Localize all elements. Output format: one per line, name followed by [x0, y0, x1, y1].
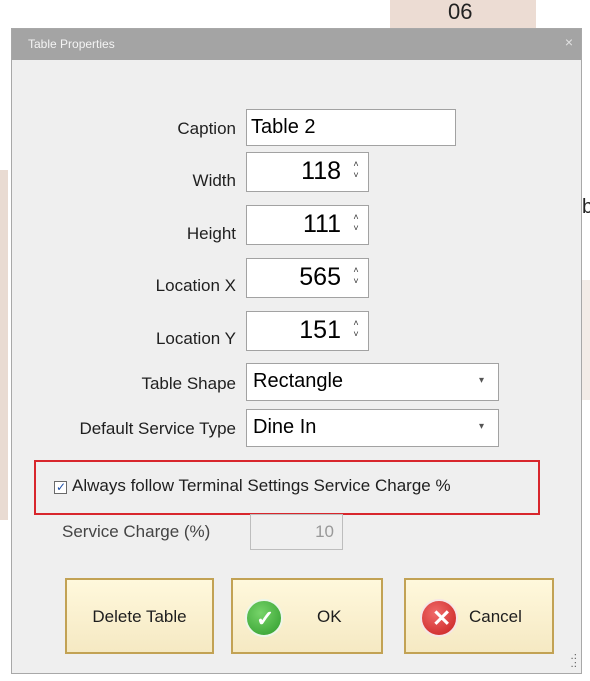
- location-y-stepper[interactable]: 151 ˄ ˅: [246, 311, 369, 351]
- height-value: 111: [302, 210, 341, 238]
- width-label: Width: [192, 171, 236, 190]
- always-follow-checkbox-label[interactable]: Always follow Terminal Settings Service …: [72, 476, 451, 496]
- background-shade: [582, 280, 590, 400]
- ok-button[interactable]: ✓ OK: [231, 578, 383, 654]
- always-follow-checkbox[interactable]: ✓: [54, 480, 67, 494]
- cancel-label: Cancel: [469, 607, 522, 626]
- spin-up-down-icon[interactable]: ˄ ˅: [351, 159, 361, 183]
- spin-up-down-icon[interactable]: ˄ ˅: [351, 212, 361, 236]
- resize-grip-icon[interactable]: .:.:: [570, 652, 577, 670]
- service-charge-input: 10: [250, 514, 343, 550]
- background-table-number: 06: [448, 0, 473, 24]
- background-text-fragment: b: [582, 196, 590, 218]
- dialog-title: Table Properties: [28, 37, 115, 51]
- cancel-button[interactable]: ✕ Cancel: [404, 578, 554, 654]
- chevron-down-icon[interactable]: ▾: [479, 364, 484, 398]
- spin-up-down-icon[interactable]: ˄ ˅: [351, 265, 361, 289]
- service-charge-label: Service Charge (%): [62, 522, 211, 541]
- chevron-down-icon[interactable]: ▾: [479, 410, 484, 444]
- default-service-type-select[interactable]: Dine In ▾: [246, 409, 499, 447]
- close-icon[interactable]: ×: [565, 34, 573, 50]
- location-y-label: Location Y: [155, 329, 236, 348]
- default-service-type-value: Dine In: [253, 416, 317, 438]
- delete-table-label: Delete Table: [92, 607, 187, 626]
- location-x-stepper[interactable]: 565 ˄ ˅: [246, 258, 369, 298]
- table-shape-value: Rectangle: [253, 370, 344, 392]
- location-y-value: 151: [299, 316, 341, 344]
- location-x-label: Location X: [155, 276, 236, 295]
- width-value: 118: [301, 157, 341, 185]
- ok-label: OK: [317, 607, 342, 626]
- location-x-value: 565: [299, 263, 341, 291]
- height-stepper[interactable]: 111 ˄ ˅: [246, 205, 369, 245]
- delete-table-button[interactable]: Delete Table: [65, 578, 214, 654]
- checkmark-icon: ✓: [56, 480, 67, 494]
- checkmark-icon: ✓: [245, 599, 283, 637]
- width-stepper[interactable]: 118 ˄ ˅: [246, 152, 369, 192]
- caption-input[interactable]: Table 2: [246, 109, 456, 146]
- table-shape-select[interactable]: Rectangle ▾: [246, 363, 499, 401]
- background-edge: [0, 170, 8, 520]
- caption-label: Caption: [177, 119, 236, 138]
- table-shape-label: Table Shape: [141, 374, 236, 393]
- spin-up-down-icon[interactable]: ˄ ˅: [351, 318, 361, 342]
- dialog-titlebar[interactable]: Table Properties ×: [12, 29, 581, 60]
- close-circle-icon: ✕: [420, 599, 458, 637]
- table-properties-dialog: Table Properties × Caption Table 2 Width…: [11, 28, 582, 674]
- height-label: Height: [186, 224, 236, 243]
- default-service-type-label: Default Service Type: [79, 419, 236, 438]
